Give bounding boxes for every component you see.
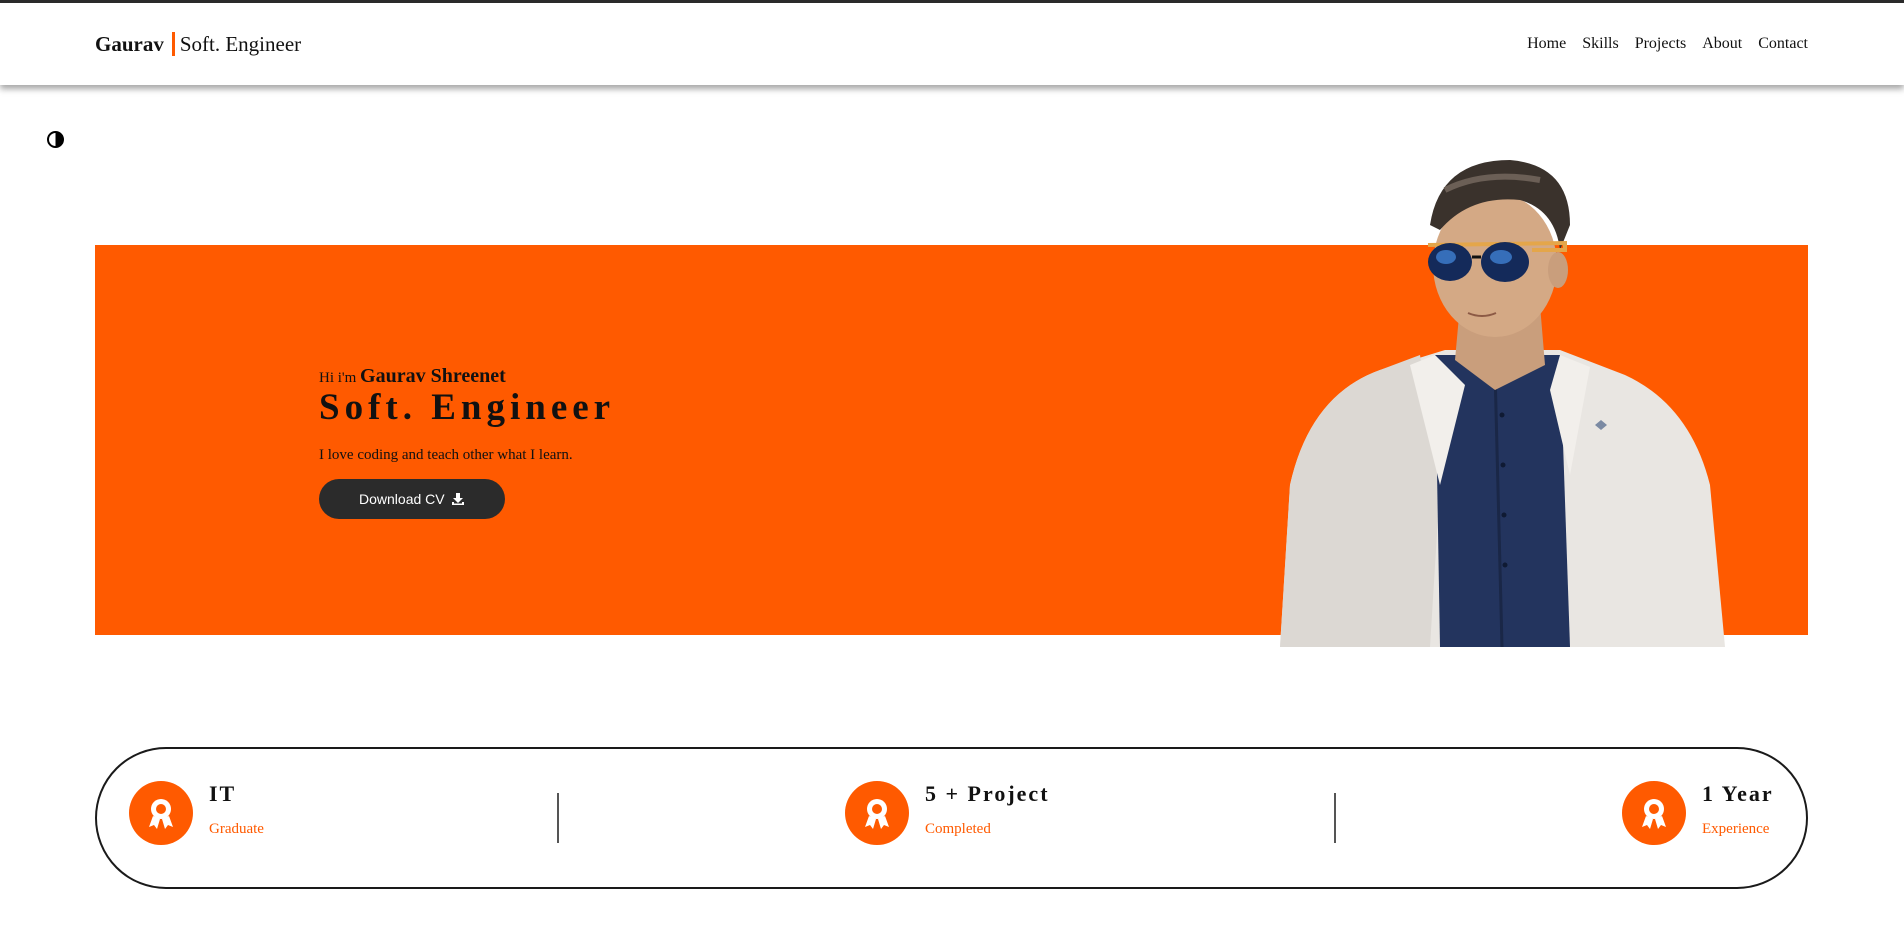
nav-link-projects[interactable]: Projects bbox=[1635, 35, 1687, 53]
stat-title: 5 + Project bbox=[925, 781, 1050, 806]
stat-item-it: IT Graduate bbox=[129, 781, 264, 845]
stat-icon-wrapper bbox=[1622, 781, 1686, 845]
hero-greeting: Hi i'm Gaurav Shreenet bbox=[319, 365, 615, 388]
hero-tagline: I love coding and teach other what I lea… bbox=[319, 447, 573, 463]
nav-link-skills[interactable]: Skills bbox=[1582, 35, 1618, 53]
stats-panel: IT Graduate 5 + Project Completed 1 Year… bbox=[95, 747, 1808, 889]
stat-icon-wrapper bbox=[845, 781, 909, 845]
award-icon bbox=[149, 799, 173, 829]
stat-title: IT bbox=[209, 781, 237, 806]
award-icon bbox=[865, 799, 889, 829]
stat-divider bbox=[1334, 793, 1336, 843]
hero-title: Soft. Engineer bbox=[319, 387, 616, 428]
brand-logo[interactable]: Gaurav Soft. Engineer bbox=[95, 32, 301, 57]
brand-name: Gaurav bbox=[95, 31, 164, 56]
stat-subtitle: Completed bbox=[925, 821, 991, 837]
download-cv-label: Download CV bbox=[359, 491, 445, 507]
portrait-photo bbox=[1280, 160, 1725, 647]
brand-divider bbox=[171, 32, 175, 56]
stat-subtitle: Graduate bbox=[209, 821, 264, 837]
stat-icon-wrapper bbox=[129, 781, 193, 845]
stat-text: IT Graduate bbox=[209, 781, 264, 838]
greeting-prefix: Hi i'm bbox=[319, 370, 357, 386]
stat-subtitle: Experience bbox=[1702, 821, 1770, 837]
download-icon bbox=[451, 493, 464, 505]
hero-name: Gaurav Shreenet bbox=[360, 365, 506, 387]
nav-links: Home Skills Projects About Contact bbox=[1527, 35, 1808, 53]
stat-divider bbox=[557, 793, 559, 843]
nav-link-contact[interactable]: Contact bbox=[1758, 35, 1808, 53]
stat-title: 1 Year bbox=[1702, 781, 1774, 806]
brand-role: Soft. Engineer bbox=[179, 31, 302, 56]
stat-item-projects: 5 + Project Completed bbox=[845, 781, 1050, 845]
stat-text: 5 + Project Completed bbox=[925, 781, 1050, 838]
hero-text: Hi i'm Gaurav Shreenet Soft. Engineer I … bbox=[319, 365, 615, 519]
nav-link-about[interactable]: About bbox=[1702, 35, 1742, 53]
award-icon bbox=[1642, 799, 1666, 829]
navbar: Gaurav Soft. Engineer Home Skills Projec… bbox=[0, 3, 1904, 85]
contrast-icon[interactable] bbox=[47, 131, 64, 148]
nav-link-home[interactable]: Home bbox=[1527, 35, 1566, 53]
stat-item-experience: 1 Year Experience bbox=[1622, 781, 1774, 845]
download-cv-button[interactable]: Download CV bbox=[319, 479, 505, 519]
stat-text: 1 Year Experience bbox=[1702, 781, 1774, 838]
